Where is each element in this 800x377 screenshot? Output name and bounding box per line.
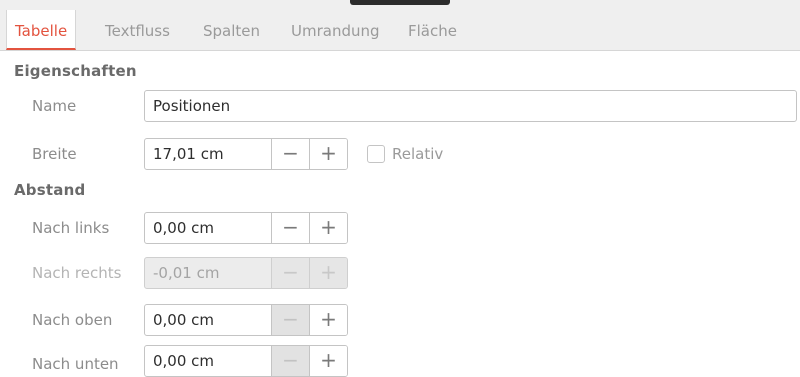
minus-icon: − [282,260,299,284]
spacing-left-value[interactable]: 0,00 cm [145,213,271,243]
minus-icon: − [282,215,299,239]
tab-spalten[interactable]: Spalten [195,10,268,50]
minus-icon: − [282,307,299,331]
spacing-right-spinbox: -0,01 cm − + [144,257,348,289]
tab-textfluss[interactable]: Textfluss [97,10,178,50]
tab-flaeche[interactable]: Fläche [400,10,465,50]
spacing-right-value: -0,01 cm [153,264,220,282]
spacing-bottom-decrease-button[interactable]: − [271,346,309,376]
minus-icon: − [282,141,299,165]
width-label: Breite [32,145,77,163]
width-increase-button[interactable]: + [309,139,347,169]
width-spinbox: 17,01 cm − + [144,138,348,170]
plus-icon: + [320,307,337,331]
plus-icon: + [320,348,337,372]
section-heading-abstand: Abstand [14,181,86,199]
window-titlebar [0,0,800,10]
spacing-right-increase-button: + [309,258,347,288]
plus-icon: + [320,260,337,284]
spacing-top-decrease-button[interactable]: − [271,305,309,335]
tab-tabelle[interactable]: Tabelle [6,10,77,50]
width-value[interactable]: 17,01 cm [145,139,271,169]
spacing-left-increase-button[interactable]: + [309,213,347,243]
spacing-bottom-label: Nach unten [32,355,119,373]
name-input[interactable] [144,90,797,122]
spacing-left-spinbox: 0,00 cm − + [144,212,348,244]
spacing-bottom-spinbox: 0,00 cm − + [144,345,348,377]
spacing-bottom-value[interactable]: 0,00 cm [145,346,271,376]
spacing-left-decrease-button[interactable]: − [271,213,309,243]
window-title-fragment [350,0,450,5]
spacing-left-label: Nach links [32,219,110,237]
spacing-top-increase-button[interactable]: + [309,305,347,335]
tab-umrandung[interactable]: Umrandung [283,10,388,50]
name-label: Name [32,97,77,115]
spacing-top-label: Nach oben [32,311,113,329]
spacing-top-spinbox: 0,00 cm − + [144,304,348,336]
relative-label: Relativ [392,145,444,163]
section-heading-eigenschaften: Eigenschaften [14,62,137,80]
spacing-bottom-increase-button[interactable]: + [309,346,347,376]
plus-icon: + [320,215,337,239]
width-decrease-button[interactable]: − [271,139,309,169]
plus-icon: + [320,141,337,165]
spacing-top-value[interactable]: 0,00 cm [145,305,271,335]
spacing-right-decrease-button: − [271,258,309,288]
relative-checkbox[interactable] [367,145,385,163]
tab-bar: Tabelle Textfluss Spalten Umrandung Fläc… [0,10,800,51]
minus-icon: − [282,348,299,372]
spacing-right-label: Nach rechts [32,264,122,282]
